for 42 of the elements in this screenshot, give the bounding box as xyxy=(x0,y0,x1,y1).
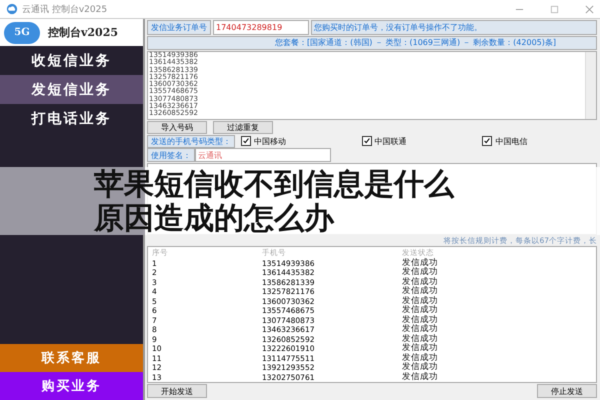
order-hint: 您购买时的订单号，没有订单号操作不了功能。 xyxy=(311,20,597,35)
cloud-logo: 5G xyxy=(4,22,40,44)
table-cell-text: 发信成功 xyxy=(402,325,439,334)
table-cell-text: 发信成功 xyxy=(402,363,439,372)
table-cell-text: 发信成功 xyxy=(402,344,439,354)
table-cell-text: 发信成功 xyxy=(402,334,439,344)
action-button[interactable]: 开始发送 xyxy=(147,384,207,398)
scrollbar[interactable] xyxy=(585,52,596,120)
menu-item[interactable]: 联系客服 xyxy=(0,344,143,372)
checkmark-icon xyxy=(242,137,250,146)
menu-item[interactable]: 发短信业务 xyxy=(0,75,143,104)
window-title: 云通讯 控制台v2025 xyxy=(22,4,108,16)
table-cell-text: 发信成功 xyxy=(402,287,439,296)
menu-item[interactable]: 购买业务 xyxy=(0,372,143,400)
signature-input[interactable]: 云通讯 xyxy=(195,148,331,162)
cloud-icon xyxy=(6,3,18,15)
signature-label: 使用签名： xyxy=(147,148,195,162)
table-cell-text: 发信成功 xyxy=(402,354,439,363)
close-icon[interactable] xyxy=(585,4,594,14)
table-cell-text: 发信成功 xyxy=(402,268,439,278)
toolbar-button[interactable]: 过滤重复 xyxy=(213,121,273,134)
checkmark-icon xyxy=(362,137,371,146)
maximize-icon[interactable] xyxy=(550,4,559,14)
package-info: 您套餐：[国家通道：(韩国) － 类型：(1069三网通) － 剩余数量：(42005)条] xyxy=(147,36,597,50)
table-cell-text: 发信成功 xyxy=(402,372,439,382)
table-cell-text: 发信成功 xyxy=(402,306,439,316)
menu-item[interactable]: 收短信业务 xyxy=(0,46,143,75)
toolbar-button[interactable]: 导入号码 xyxy=(147,121,207,134)
carrier-checkbox[interactable]: 中国电信 xyxy=(476,136,598,147)
carrier-checkbox[interactable]: 中国移动 xyxy=(235,136,356,147)
checkmark-icon xyxy=(483,137,492,146)
action-button[interactable]: 停止发送 xyxy=(537,384,597,398)
carrier-checkbox[interactable]: 中国联通 xyxy=(356,136,476,147)
table-cell-text: 发信成功 xyxy=(402,278,439,287)
menu-item[interactable]: 打电话业务 xyxy=(0,104,143,133)
order-input[interactable]: 1740473289819 xyxy=(213,20,309,35)
table-cell-text: 发信成功 xyxy=(402,258,439,268)
carrier-label: 发送的手机号码类型： xyxy=(147,134,235,148)
table-cell-text: 发信成功 xyxy=(402,316,439,325)
order-label: 发信业务订单号 xyxy=(147,20,211,35)
table-cell-text: 发信成功 xyxy=(402,296,439,306)
logo-text: 控制台v2025 xyxy=(48,25,118,40)
